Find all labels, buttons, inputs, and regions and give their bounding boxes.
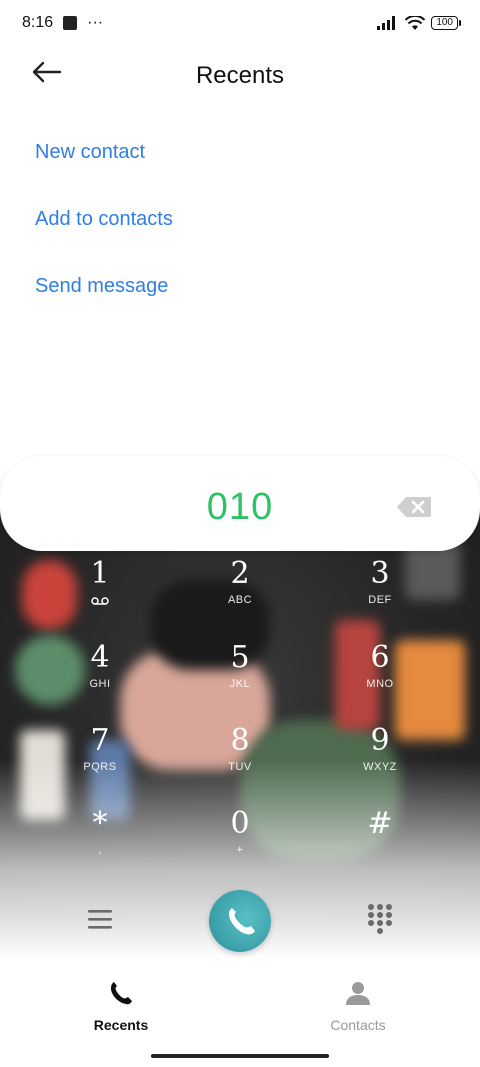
notification-icon bbox=[63, 16, 78, 30]
key-digit: 0 bbox=[230, 806, 250, 841]
key-digit: 2 bbox=[230, 556, 250, 591]
top-bar: Recents bbox=[0, 50, 480, 104]
new-contact-link[interactable]: New contact bbox=[35, 140, 173, 164]
options-list: New contact Add to contacts Send message bbox=[35, 140, 173, 341]
number-display: 010 bbox=[0, 456, 480, 551]
key-3[interactable]: 3 DEF bbox=[320, 555, 440, 627]
key-digit: # bbox=[367, 806, 393, 841]
key-digit: 8 bbox=[230, 723, 250, 758]
status-time: 8:16 bbox=[22, 14, 54, 31]
status-left: 8:16 ··· bbox=[22, 14, 103, 32]
call-button[interactable] bbox=[209, 890, 271, 952]
add-to-contacts-link[interactable]: Add to contacts bbox=[35, 207, 173, 231]
key-letters: GHI bbox=[89, 678, 111, 690]
backspace-icon bbox=[397, 497, 431, 517]
key-digit: 5 bbox=[230, 640, 250, 675]
status-bar: 8:16 ··· 100 bbox=[0, 0, 480, 46]
key-0[interactable]: 0 + bbox=[180, 805, 300, 877]
bottom-nav: Recents Contacts bbox=[0, 960, 480, 1050]
nav-recents[interactable]: Recents bbox=[61, 980, 181, 1033]
key-hash[interactable]: # bbox=[320, 805, 440, 877]
key-digit: 4 bbox=[90, 640, 110, 675]
key-8[interactable]: 8 TUV bbox=[180, 722, 300, 794]
key-9[interactable]: 9 WXYZ bbox=[320, 722, 440, 794]
key-letters: DEF bbox=[368, 594, 392, 606]
wifi-icon bbox=[405, 15, 426, 30]
key-digit: 7 bbox=[90, 723, 110, 758]
dialer-actions bbox=[0, 885, 480, 955]
phone-call-icon bbox=[228, 908, 255, 935]
key-letters: + bbox=[236, 844, 244, 856]
keypad-toggle-button[interactable] bbox=[366, 903, 394, 935]
key-7[interactable]: 7 PQRS bbox=[40, 722, 160, 794]
more-notifications-icon: ··· bbox=[87, 14, 104, 31]
key-letters: PQRS bbox=[83, 761, 117, 773]
key-digit: 9 bbox=[370, 723, 390, 758]
backspace-button[interactable] bbox=[396, 496, 432, 518]
phone-icon bbox=[110, 982, 132, 1005]
key-letters: , bbox=[98, 844, 102, 856]
menu-button[interactable] bbox=[86, 907, 114, 931]
key-6[interactable]: 6 MNO bbox=[320, 639, 440, 711]
home-indicator[interactable] bbox=[151, 1054, 329, 1058]
key-letters: JKL bbox=[229, 678, 251, 690]
key-5[interactable]: 5 JKL bbox=[180, 639, 300, 711]
signal-icon bbox=[377, 16, 396, 30]
key-letters: TUV bbox=[228, 761, 252, 773]
key-letters: WXYZ bbox=[363, 761, 397, 773]
nav-contacts[interactable]: Contacts bbox=[298, 980, 418, 1033]
person-icon bbox=[346, 982, 370, 1005]
key-letters: MNO bbox=[366, 678, 394, 690]
battery-icon: 100 bbox=[431, 16, 461, 30]
status-right: 100 bbox=[377, 15, 461, 31]
send-message-link[interactable]: Send message bbox=[35, 274, 173, 298]
key-digit: 6 bbox=[370, 640, 390, 675]
nav-contacts-label: Contacts bbox=[330, 1017, 386, 1033]
key-digit: 1 bbox=[90, 556, 110, 591]
key-letters: ABC bbox=[227, 594, 253, 606]
key-4[interactable]: 4 GHI bbox=[40, 639, 160, 711]
keypad: 1 2 ABC 3 DEF 4 GHI 5 JKL 6 MNO 7 PQRS 8… bbox=[0, 555, 480, 856]
dialpad-icon bbox=[368, 904, 392, 934]
key-digit: * bbox=[92, 806, 108, 841]
hamburger-icon bbox=[88, 910, 112, 929]
key-2[interactable]: 2 ABC bbox=[180, 555, 300, 627]
key-1[interactable]: 1 bbox=[40, 555, 160, 627]
voicemail-icon bbox=[91, 597, 109, 605]
nav-recents-label: Recents bbox=[93, 1017, 149, 1033]
page-title: Recents bbox=[195, 62, 285, 89]
key-star[interactable]: * , bbox=[40, 805, 160, 877]
key-digit: 3 bbox=[370, 556, 390, 591]
